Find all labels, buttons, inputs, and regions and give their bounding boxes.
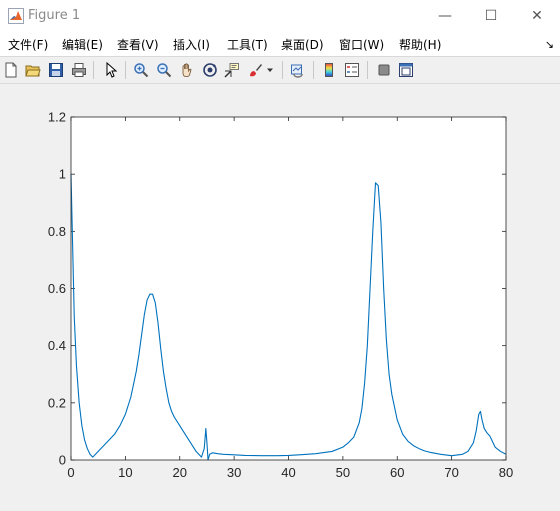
- pan-hand-icon[interactable]: [177, 60, 197, 80]
- brush-dropdown-icon[interactable]: [264, 60, 276, 80]
- toolbar-separator: [125, 61, 126, 79]
- y-tick-label: 0: [59, 453, 66, 468]
- menu-edit[interactable]: 编辑(E): [62, 36, 103, 53]
- figure-toolbar: [0, 57, 560, 84]
- menu-insert[interactable]: 插入(I): [173, 36, 210, 53]
- menu-help[interactable]: 帮助(H): [399, 36, 441, 53]
- data-cursor-icon[interactable]: [222, 60, 242, 80]
- minimize-button[interactable]: —: [422, 0, 468, 32]
- x-tick-label: 70: [444, 465, 458, 480]
- maximize-button[interactable]: ☐: [468, 0, 514, 32]
- menu-view[interactable]: 查看(V): [117, 36, 159, 53]
- menu-window[interactable]: 窗口(W): [339, 36, 384, 53]
- x-tick-label: 80: [499, 465, 513, 480]
- link-plot-icon[interactable]: [288, 60, 308, 80]
- legend-icon[interactable]: [342, 60, 362, 80]
- colorbar-icon[interactable]: [319, 60, 339, 80]
- print-icon[interactable]: [69, 60, 89, 80]
- y-tick-label: 1.2: [48, 110, 66, 125]
- title-bar: Figure 1 — ☐ ✕: [0, 0, 560, 32]
- y-tick-label: 0.6: [48, 281, 66, 296]
- window-title: Figure 1: [28, 8, 81, 23]
- menu-bar: 文件(F) 编辑(E) 查看(V) 插入(I) 工具(T) 桌面(D) 窗口(W…: [0, 32, 560, 57]
- menu-tools[interactable]: 工具(T): [227, 36, 268, 53]
- y-tick-label: 0.4: [48, 338, 66, 353]
- x-tick-label: 10: [118, 465, 132, 480]
- brush-icon[interactable]: [245, 60, 265, 80]
- x-tick-label: 0: [67, 465, 74, 480]
- menu-file[interactable]: 文件(F): [8, 36, 48, 53]
- x-tick-label: 20: [173, 465, 187, 480]
- plot-svg[interactable]: 0 10 20 30 40 50 60 70 80 0 0.2 0.4 0.6 0.8 1 1.2: [0, 84, 560, 507]
- axes-background: [71, 117, 506, 460]
- matlab-logo-icon: [8, 8, 24, 24]
- menu-overflow-arrow-icon[interactable]: ↘: [545, 38, 554, 51]
- toolbar-separator: [313, 61, 314, 79]
- toolbar-separator: [367, 61, 368, 79]
- toolbar-separator: [282, 61, 283, 79]
- x-tick-label: 40: [281, 465, 295, 480]
- x-tick-label: 30: [227, 465, 241, 480]
- open-file-icon[interactable]: [23, 60, 43, 80]
- figure-canvas: 0 10 20 30 40 50 60 70 80 0 0.2 0.4 0.6 0.8 1 1.2: [0, 84, 560, 507]
- zoom-in-icon[interactable]: [131, 60, 151, 80]
- hide-plot-tools-icon[interactable]: [374, 60, 394, 80]
- select-arrow-icon[interactable]: [101, 60, 121, 80]
- close-button[interactable]: ✕: [514, 0, 560, 32]
- zoom-out-icon[interactable]: [154, 60, 174, 80]
- new-figure-icon[interactable]: [1, 60, 21, 80]
- y-tick-label: 0.2: [48, 395, 66, 410]
- y-tick-label: 0.8: [48, 224, 66, 239]
- show-plot-tools-icon[interactable]: [396, 60, 416, 80]
- y-tick-label: 1: [59, 167, 66, 182]
- rotate-3d-icon[interactable]: [200, 60, 220, 80]
- save-icon[interactable]: [46, 60, 66, 80]
- x-tick-label: 50: [336, 465, 350, 480]
- toolbar-separator: [93, 61, 94, 79]
- x-tick-label: 60: [390, 465, 404, 480]
- menu-desktop[interactable]: 桌面(D): [281, 36, 324, 53]
